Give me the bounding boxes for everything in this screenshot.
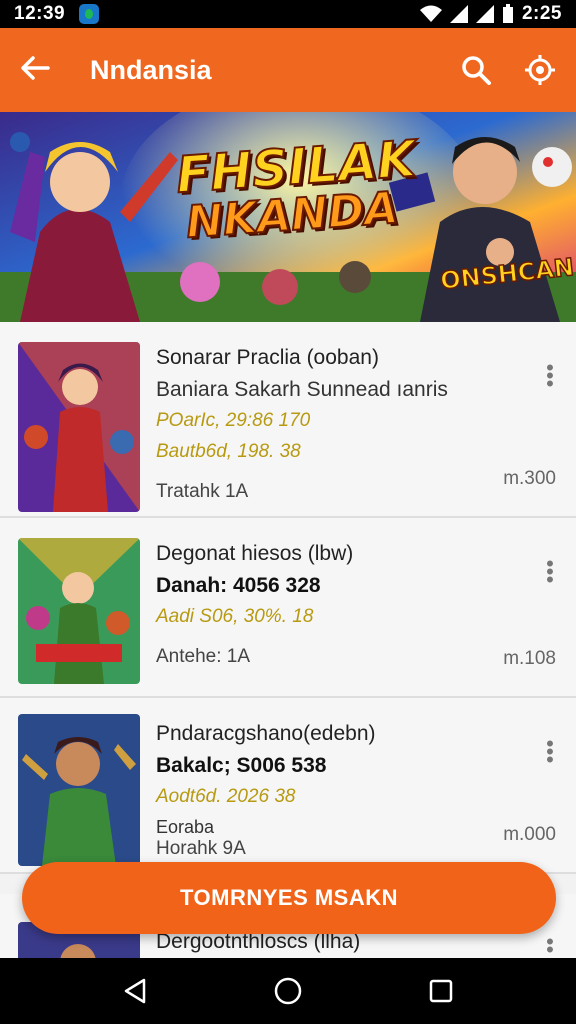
more-options-icon[interactable]: • • •	[546, 553, 554, 591]
item-meta-2: Bautb6d, 198. 38	[156, 441, 301, 462]
item-tag: Antehe: 1A	[156, 646, 251, 667]
game-thumbnail	[18, 538, 140, 684]
item-meta-1: POarIc, 29:86 170	[156, 410, 311, 431]
item-subtitle: Baniara Sakarh Sunnead ıanris	[156, 378, 448, 401]
battery-icon	[502, 4, 513, 23]
notification-app-icon	[79, 4, 100, 24]
list-item[interactable]: Degonat hiesos (lbw) Danah: 4056 328 Aad…	[0, 518, 576, 698]
list-item[interactable]: Pndaracgshano(edebn) Bakalc; S006 538 Ao…	[0, 698, 576, 874]
more-options-icon[interactable]: • • •	[546, 733, 554, 771]
system-nav-bar	[0, 958, 576, 1024]
app-bar: Nndansia	[0, 28, 576, 112]
search-button[interactable]	[460, 54, 492, 86]
signal-icon-2	[475, 5, 494, 23]
back-button[interactable]	[20, 51, 64, 90]
signal-icon	[449, 5, 468, 23]
arrow-left-icon	[21, 55, 50, 80]
item-meta-1: Aodt6d. 2026 38	[156, 786, 296, 807]
item-title: Pndaracgshano(edebn)	[156, 722, 376, 745]
recents-square-icon[interactable]	[428, 978, 454, 1004]
status-bar: 12:39 2:25	[0, 0, 576, 28]
item-meta-2: Eoraba	[156, 817, 215, 837]
item-tag: Horahk 9A	[156, 838, 246, 859]
wifi-icon	[419, 5, 442, 22]
item-tag: Tratahk 1A	[156, 481, 249, 502]
home-circle-icon[interactable]	[273, 976, 303, 1006]
game-list: Sonarar Praclia (ooban) Baniara Sakarh S…	[0, 322, 576, 874]
hero-banner[interactable]: FHSILAK NKANDA ONSHCAN	[0, 112, 576, 322]
more-options-icon[interactable]: • •	[546, 931, 554, 961]
page-title: Nndansia	[90, 54, 212, 85]
location-button[interactable]	[524, 54, 556, 86]
item-price: m.000	[503, 824, 556, 845]
status-time: 12:39	[14, 3, 66, 24]
more-options-icon[interactable]: • • •	[546, 357, 554, 395]
item-meta-1: Aadi S06, 30%. 18	[156, 606, 314, 627]
status-icons: 2:25	[419, 3, 562, 25]
primary-action-button[interactable]: TOMRNYES MSAKN	[22, 862, 556, 934]
item-subtitle: Danah: 4056 328	[156, 574, 321, 597]
item-title: Degonat hiesos (lbw)	[156, 542, 354, 565]
item-subtitle: Bakalc; S006 538	[156, 754, 327, 777]
search-icon	[462, 56, 491, 85]
location-target-icon	[525, 55, 555, 85]
game-thumbnail	[18, 714, 140, 866]
back-triangle-icon[interactable]	[122, 977, 148, 1005]
status-time-right: 2:25	[521, 3, 562, 24]
item-price: m.300	[503, 468, 556, 489]
item-title: Sonarar Praclia (ooban)	[156, 346, 379, 369]
game-thumbnail	[18, 342, 140, 512]
item-price: m.108	[503, 648, 556, 669]
list-item[interactable]: Sonarar Praclia (ooban) Baniara Sakarh S…	[0, 322, 576, 518]
